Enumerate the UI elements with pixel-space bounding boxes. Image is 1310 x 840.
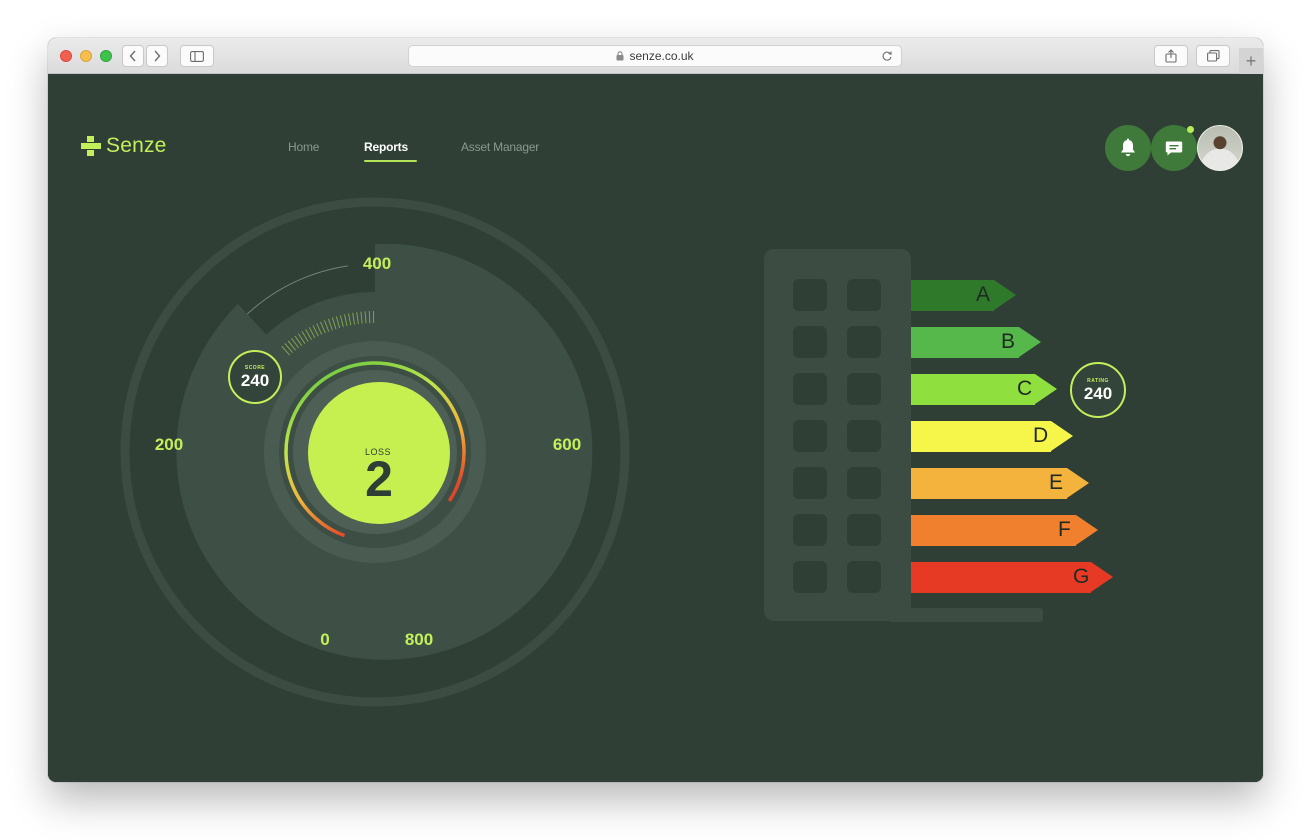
- forward-button[interactable]: [146, 45, 168, 67]
- address-bar[interactable]: senze.co.uk: [408, 45, 902, 67]
- building-window: [847, 561, 881, 593]
- gauge-tick-800: 800: [404, 630, 434, 649]
- building-window: [847, 279, 881, 311]
- energy-band-letter: B: [1001, 330, 1016, 353]
- bell-icon: [1121, 138, 1135, 157]
- gauge-tick-400: 400: [362, 254, 392, 273]
- energy-band-a: A: [911, 280, 1016, 311]
- gauge-tick-200: 200: [154, 435, 184, 454]
- chevron-right-icon: [154, 50, 161, 62]
- building-window: [847, 420, 881, 452]
- energy-band-e: E: [911, 468, 1089, 499]
- energy-band-f: F: [911, 515, 1098, 546]
- building-window: [793, 326, 827, 358]
- new-tab-button[interactable]: +: [1239, 48, 1263, 74]
- energy-band-d: D: [911, 421, 1073, 452]
- energy-band-letter: E: [1049, 471, 1064, 494]
- energy-band-letter: F: [1058, 518, 1071, 541]
- gauge-tick-0: 0: [320, 630, 330, 649]
- score-gauge: [120, 197, 630, 707]
- building-window: [793, 373, 827, 405]
- unread-indicator: [1187, 126, 1194, 133]
- chevron-left-icon: [129, 50, 136, 62]
- energy-band-letter: G: [1073, 565, 1090, 588]
- energy-band-letter: A: [976, 283, 991, 306]
- building-window: [847, 514, 881, 546]
- close-window-button[interactable]: [60, 50, 72, 62]
- sidebar-icon: [190, 50, 204, 62]
- building-window: [847, 326, 881, 358]
- minimize-window-button[interactable]: [80, 50, 92, 62]
- rating-value: 240: [1083, 384, 1113, 403]
- building-window: [793, 514, 827, 546]
- building-window: [847, 373, 881, 405]
- energy-band-letter: C: [1017, 377, 1033, 400]
- tabs-icon: [1206, 50, 1220, 62]
- sidebar-toggle-button[interactable]: [180, 45, 214, 67]
- energy-band-g: G: [911, 562, 1113, 593]
- building-base: [888, 608, 1043, 622]
- browser-window: senze.co.uk + Senze Home Reports Asset M…: [48, 38, 1263, 782]
- gauge-tick-600: 600: [552, 435, 582, 454]
- score-value: 240: [240, 371, 270, 390]
- building-illustration: [764, 249, 911, 621]
- back-button[interactable]: [122, 45, 144, 67]
- building-window: [793, 279, 827, 311]
- rating-badge: RATING 240: [1070, 362, 1126, 418]
- energy-band-c: C: [911, 374, 1057, 405]
- energy-band-b: B: [911, 327, 1041, 358]
- reload-icon[interactable]: [881, 50, 893, 62]
- notifications-button[interactable]: [1105, 125, 1151, 171]
- score-badge: SCORE 240: [228, 350, 282, 404]
- chat-icon: [1165, 141, 1183, 155]
- building-window: [847, 467, 881, 499]
- share-button[interactable]: [1154, 45, 1188, 67]
- building-window: [793, 420, 827, 452]
- energy-band-letter: D: [1033, 424, 1049, 447]
- url-text: senze.co.uk: [629, 49, 694, 63]
- loss-value: 2: [365, 451, 393, 507]
- share-icon: [1165, 49, 1177, 63]
- app-viewport: Senze Home Reports Asset Manager 400 200…: [48, 74, 1263, 782]
- tabs-overview-button[interactable]: [1196, 45, 1230, 67]
- lock-icon: [616, 51, 624, 61]
- building-window: [793, 467, 827, 499]
- user-avatar[interactable]: [1197, 125, 1243, 171]
- building-window: [793, 561, 827, 593]
- zoom-window-button[interactable]: [100, 50, 112, 62]
- browser-titlebar: senze.co.uk +: [48, 38, 1263, 74]
